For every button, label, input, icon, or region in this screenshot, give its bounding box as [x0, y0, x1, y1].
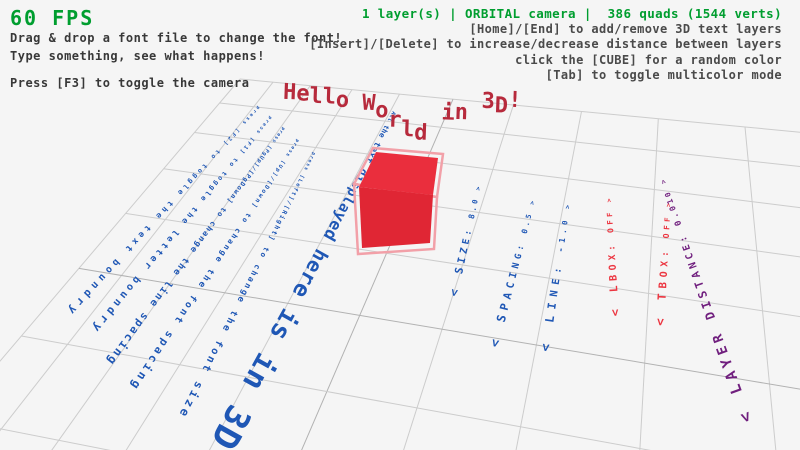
cube-face-front	[359, 187, 433, 248]
status-line: 1 layer(s) | ORBITAL camera | 386 quads …	[309, 6, 782, 22]
fps-counter: 60 FPS	[10, 6, 94, 30]
hint-drag-drop: Drag & drop a font file to change the fo…	[10, 31, 342, 45]
status-block: 1 layer(s) | ORBITAL camera | 386 quads …	[309, 6, 782, 84]
hint-cube-color: click the [CUBE] for a random color	[309, 53, 782, 69]
text3d-demo-window: All the text displayed here is in 3Dpres…	[0, 0, 800, 450]
hint-layer-distance: [Insert]/[Delete] to increase/decrease d…	[309, 37, 782, 53]
hint-multicolor: [Tab] to toggle multicolor mode	[309, 68, 782, 84]
hint-layers: [Home]/[End] to add/remove 3D text layer…	[309, 22, 782, 38]
hint-toggle-camera: Press [F3] to toggle the camera	[10, 76, 249, 90]
hint-type-something: Type something, see what happens!	[10, 49, 265, 63]
